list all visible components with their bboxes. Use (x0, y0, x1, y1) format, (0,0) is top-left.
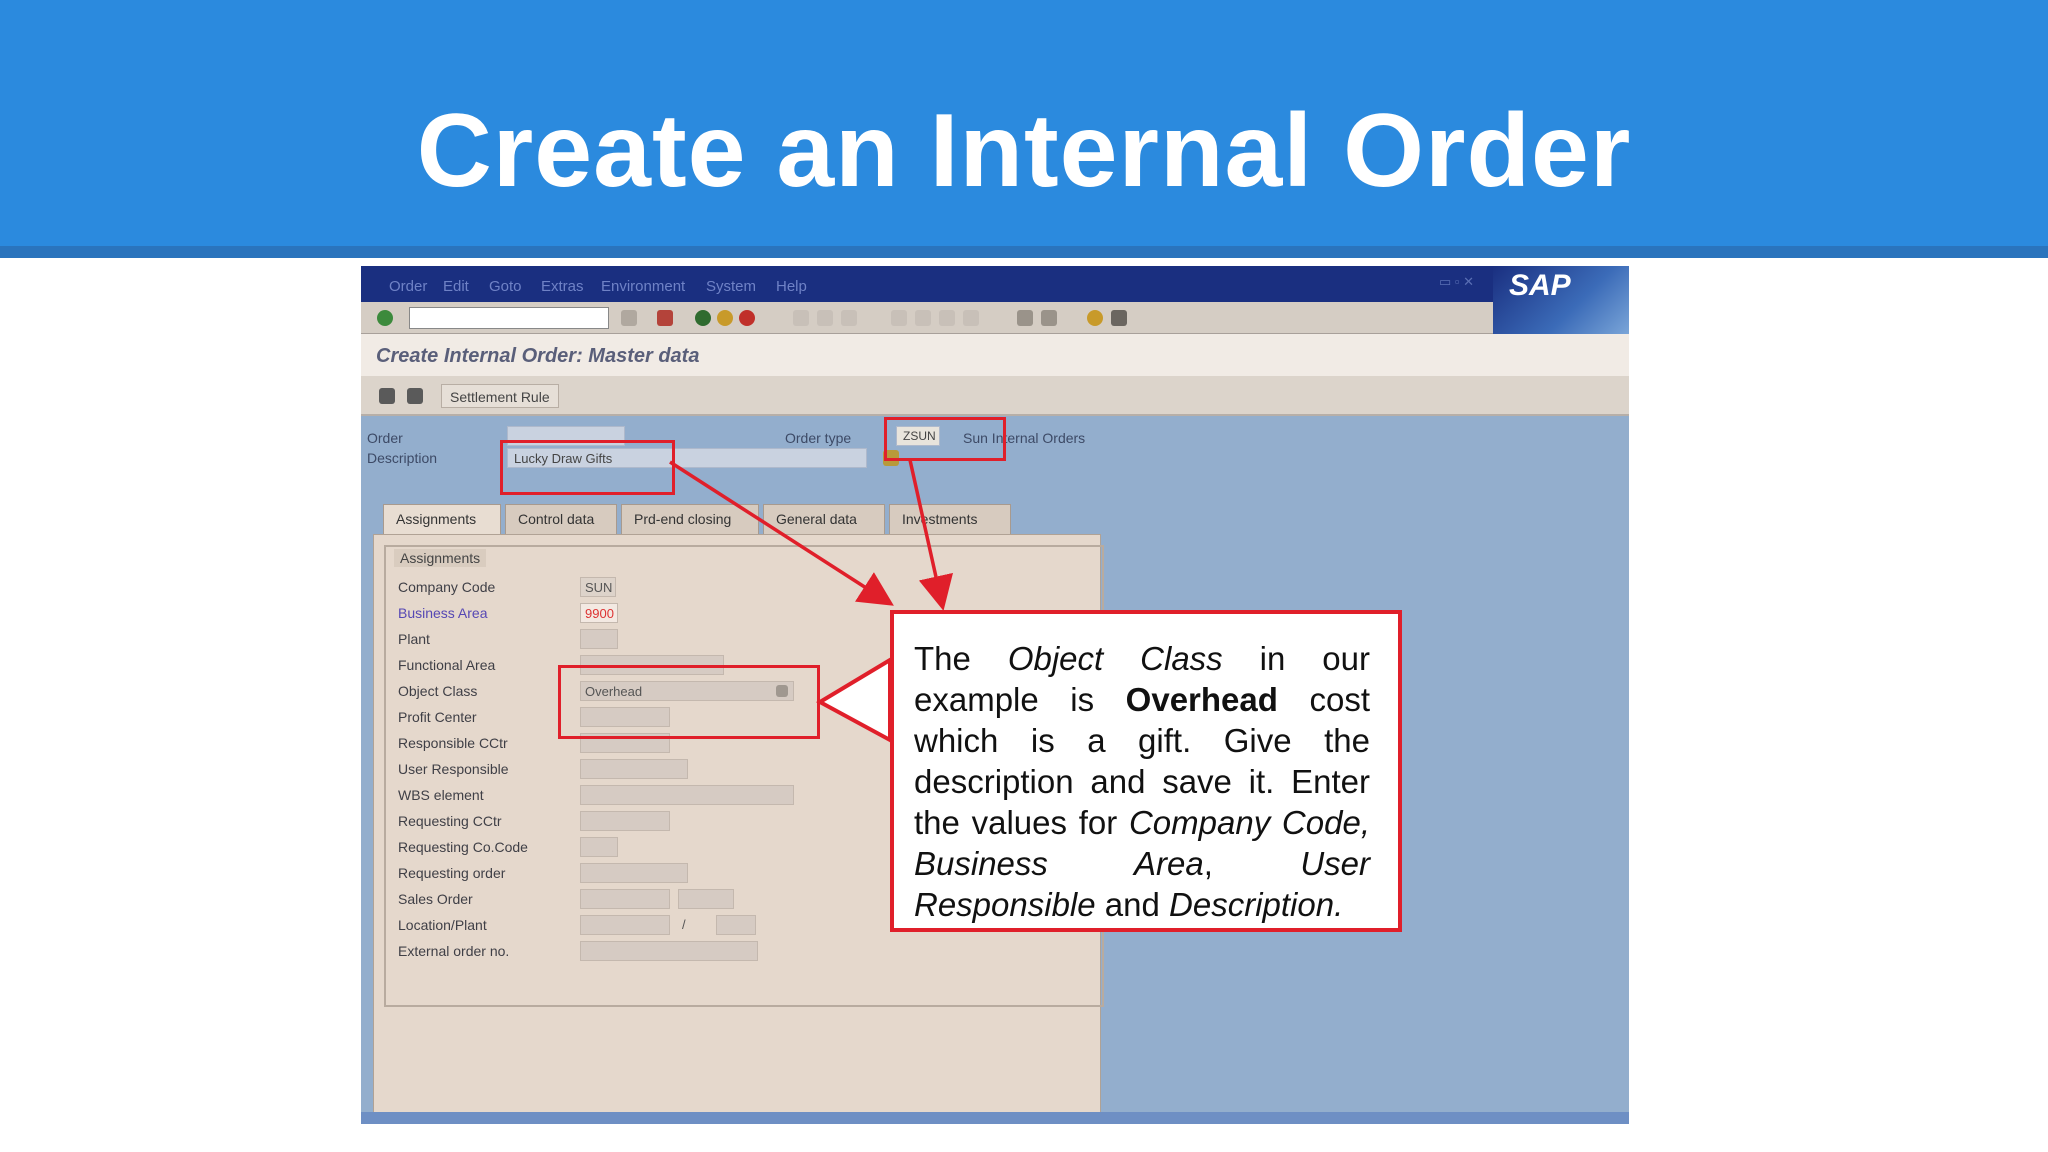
banner-rule (0, 246, 2048, 258)
menu-system[interactable]: System (706, 278, 756, 295)
sap-title-bar: Create Internal Order: Master data (361, 334, 1629, 376)
profit-center-label: Profit Center (398, 709, 477, 725)
help-icon[interactable] (1087, 310, 1103, 326)
user-responsible-field[interactable] (580, 759, 688, 779)
shortcut-icon[interactable] (1041, 310, 1057, 326)
save-icon[interactable] (657, 310, 673, 326)
last-page-icon[interactable] (963, 310, 979, 326)
sap-logo-text: SAP (1509, 269, 1571, 302)
first-page-icon[interactable] (891, 310, 907, 326)
explanation-callout: The Object Class in our example is Overh… (890, 610, 1402, 932)
requesting-cctr-field[interactable] (580, 811, 670, 831)
wbs-element-field[interactable] (580, 785, 794, 805)
menu-help[interactable]: Help (776, 278, 807, 295)
external-order-label: External order no. (398, 943, 510, 959)
order-label: Order (367, 430, 403, 446)
location-field[interactable] (580, 915, 670, 935)
layout-menu-icon[interactable] (1111, 310, 1127, 326)
create-session-icon[interactable] (1017, 310, 1033, 326)
location-separator: / (682, 917, 686, 932)
menu-environment[interactable]: Environment (601, 278, 685, 295)
sales-order-label: Sales Order (398, 891, 473, 907)
description-highlight (500, 440, 675, 495)
order-type-highlight (884, 417, 1006, 461)
enter-icon[interactable] (377, 310, 393, 326)
cancel-icon[interactable] (739, 310, 755, 326)
responsible-cctr-label: Responsible CCtr (398, 735, 508, 751)
tab-period-end-closing[interactable]: Prd-end closing (621, 504, 759, 534)
object-class-highlight (558, 665, 820, 739)
menu-goto[interactable]: Goto (489, 278, 522, 295)
order-type-label: Order type (785, 430, 852, 446)
application-toolbar: Settlement Rule (361, 376, 1629, 416)
command-field[interactable] (409, 307, 609, 329)
menu-extras[interactable]: Extras (541, 278, 584, 295)
menu-edit[interactable]: Edit (443, 278, 469, 295)
back-icon[interactable] (695, 310, 711, 326)
requesting-order-field[interactable] (580, 863, 688, 883)
window-buttons[interactable]: ▭ ▫ ✕ (1439, 274, 1474, 290)
description-label: Description (367, 450, 438, 466)
tab-investments[interactable]: Investments (889, 504, 1011, 534)
tab-general-data[interactable]: General data (763, 504, 885, 534)
slide: Create an Internal Order Order Edit Goto… (0, 0, 2048, 1152)
business-area-field[interactable]: 9900 (580, 603, 618, 623)
user-responsible-label: User Responsible (398, 761, 509, 777)
document-icon[interactable] (379, 388, 395, 404)
sap-status-bar (361, 1112, 1629, 1124)
wbs-element-label: WBS element (398, 787, 484, 803)
business-area-label: Business Area (398, 605, 488, 621)
tab-control-data[interactable]: Control data (505, 504, 617, 534)
requesting-cctr-label: Requesting CCtr (398, 813, 502, 829)
location-plant-label: Location/Plant (398, 917, 487, 933)
sap-menubar: Order Edit Goto Extras Environment Syste… (361, 266, 1629, 302)
company-code-field[interactable]: SUN (580, 577, 616, 597)
exit-icon[interactable] (717, 310, 733, 326)
requesting-co-code-label: Requesting Co.Code (398, 839, 528, 855)
settlement-rule-button[interactable]: Settlement Rule (441, 384, 559, 408)
print-icon[interactable] (793, 310, 809, 326)
assignments-group-title: Assignments (394, 549, 487, 567)
requesting-order-label: Requesting order (398, 865, 506, 881)
find-next-icon[interactable] (841, 310, 857, 326)
requesting-co-code-field[interactable] (580, 837, 618, 857)
edit-document-icon[interactable] (407, 388, 423, 404)
command-dropdown-icon[interactable] (621, 310, 637, 326)
sap-logo: SAP (1493, 266, 1629, 334)
menu-order[interactable]: Order (389, 278, 427, 295)
sales-order-field[interactable] (580, 889, 670, 909)
plant-label: Plant (398, 631, 430, 647)
tab-assignments[interactable]: Assignments (383, 504, 501, 534)
callout-text: The Object Class in our example is Overh… (914, 640, 1370, 923)
sales-order-item-field[interactable] (678, 889, 734, 909)
screen-title: Create Internal Order: Master data (376, 345, 700, 367)
sap-standard-toolbar (361, 302, 1493, 334)
external-order-field[interactable] (580, 941, 758, 961)
slide-title: Create an Internal Order (416, 93, 1632, 209)
next-page-icon[interactable] (939, 310, 955, 326)
functional-area-label: Functional Area (398, 657, 496, 673)
object-class-label: Object Class (398, 683, 478, 699)
previous-page-icon[interactable] (915, 310, 931, 326)
company-code-label: Company Code (398, 579, 496, 595)
location-plant-field[interactable] (716, 915, 756, 935)
plant-field[interactable] (580, 629, 618, 649)
find-icon[interactable] (817, 310, 833, 326)
